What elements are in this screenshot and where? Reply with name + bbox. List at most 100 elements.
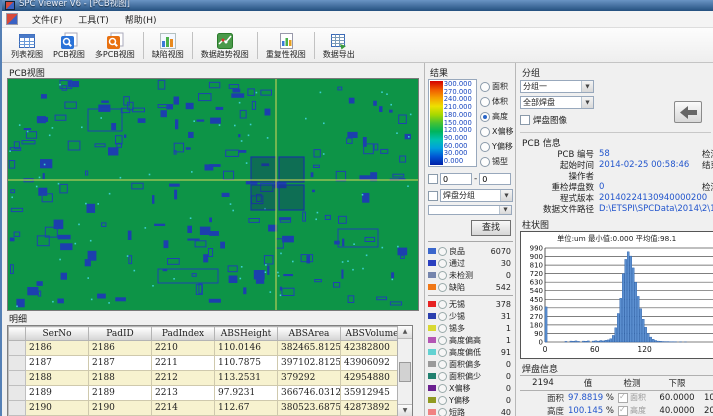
- group-select[interactable]: 分组一 ▼: [520, 80, 594, 93]
- legend-item[interactable]: 锡多1: [428, 322, 513, 334]
- detail-cell: 43906092: [341, 356, 404, 371]
- legend-item[interactable]: 高度偏高1: [428, 334, 513, 346]
- row-selector-cell[interactable]: [9, 401, 26, 416]
- radio-icon: [480, 157, 490, 167]
- pad-info-lower: 40.0000: [654, 406, 700, 416]
- legend-color-swatch: [428, 260, 436, 266]
- detail-scrollbar[interactable]: ▲ ▼: [397, 326, 412, 416]
- table-row[interactable]: 219021902214112.67380523.687542873892: [9, 401, 404, 416]
- pad-info-checkbox[interactable]: [618, 406, 628, 416]
- metric-label: 体积: [492, 96, 508, 107]
- metric-radio-4[interactable]: Y偏移: [480, 141, 513, 152]
- pad-info-checkbox[interactable]: [618, 393, 628, 403]
- svg-text:630: 630: [530, 279, 543, 287]
- detail-column-header[interactable]: SerNo: [26, 327, 89, 341]
- metric-radio-2[interactable]: 高度: [480, 111, 513, 122]
- legend-item[interactable]: 面积偏多0: [428, 358, 513, 370]
- legend-item[interactable]: 良品6070: [428, 245, 513, 257]
- detail-column-header[interactable]: ABSHeight: [215, 327, 278, 341]
- pad-info-lower: 60.0000: [654, 393, 700, 403]
- metric-radio-1[interactable]: 体积: [480, 96, 513, 107]
- search-button[interactable]: 查找: [471, 220, 511, 236]
- legend-label: 高度偏低: [449, 347, 481, 358]
- multi-pcb-view-icon: [106, 32, 124, 50]
- legend-item[interactable]: 通过30: [428, 257, 513, 269]
- metric-radio-0[interactable]: 面积: [480, 81, 513, 92]
- pcb-view-canvas[interactable]: [7, 78, 419, 311]
- detail-column-header[interactable]: PadID: [89, 327, 152, 341]
- radio-icon: [438, 408, 447, 416]
- detail-cell: 2210: [152, 341, 215, 356]
- detail-cell: 2189: [89, 386, 152, 401]
- toolbar-button-pcb-view[interactable]: PCB视图: [49, 31, 89, 60]
- pad-info-metric: 高度: [520, 405, 566, 416]
- legend-label: 面积偏少: [449, 371, 481, 382]
- toolbar-button-label: PCB视图: [53, 50, 85, 59]
- defect-view-icon: [159, 32, 177, 50]
- pad-group-select[interactable]: 焊盘分组 ▼: [440, 189, 513, 202]
- legend-item[interactable]: 少锡31: [428, 310, 513, 322]
- range-to-input[interactable]: [479, 173, 511, 185]
- titlebar[interactable]: SPC Viewer V6 - [PCB视图]: [2, 0, 713, 11]
- legend-item[interactable]: 无锡378: [428, 298, 513, 310]
- radio-icon: [438, 396, 447, 405]
- divider: [520, 132, 711, 133]
- legend-item[interactable]: 面积偏少0: [428, 370, 513, 382]
- detail-column-header[interactable]: ABSArea: [278, 327, 341, 341]
- detail-column-header[interactable]: ABSVolume: [341, 327, 404, 341]
- pcb-info-label: 数据文件路径: [520, 203, 594, 215]
- menu-item[interactable]: 工具(T): [70, 12, 117, 27]
- pad-image-checkbox[interactable]: [520, 115, 530, 125]
- toolbar-button-trend-view[interactable]: 数据趋势视图: [197, 31, 253, 60]
- pcb-info-value: 2014-02-25 00:58:46: [599, 160, 689, 170]
- pad-group-checkbox[interactable]: [428, 191, 438, 201]
- result-legend: 良品6070通过30未检测0缺陷542 无锡378少锡31锡多1高度偏高1高度偏低…: [428, 241, 513, 416]
- legend-item[interactable]: 高度偏低91: [428, 346, 513, 358]
- menubar: 文件(F)工具(T)帮助(H): [2, 11, 713, 28]
- range-filter-checkbox[interactable]: [428, 174, 438, 184]
- legend-item[interactable]: Y偏移0: [428, 394, 513, 406]
- row-selector-cell[interactable]: [9, 341, 26, 356]
- toolbar-button-repeat-view[interactable]: 重复性视图: [262, 31, 310, 60]
- toolbar-button-list-view[interactable]: 列表视图: [7, 31, 47, 60]
- detail-column-header[interactable]: PadIndex: [152, 327, 215, 341]
- toolbar-button-data-export[interactable]: 数据导出: [319, 31, 359, 60]
- back-arrow-button[interactable]: [674, 101, 702, 123]
- table-row[interactable]: 218621862210110.0146382465.812542382800: [9, 341, 404, 356]
- range-from-input[interactable]: [440, 173, 472, 185]
- list-view-icon: [18, 32, 36, 50]
- pad-info-row: 面积97.8819 %面积60.0000100.: [520, 391, 713, 404]
- pad-info-header: 2194值检测下限上限: [520, 375, 713, 391]
- pcb-info-title: PCB 信息: [522, 136, 713, 147]
- table-row[interactable]: 218821882212113.253137929242954880: [9, 371, 404, 386]
- legend-color-swatch: [428, 385, 436, 391]
- pcb-info-right-label: 检测: [702, 181, 713, 193]
- scroll-up-icon[interactable]: ▲: [398, 326, 412, 339]
- legend-item[interactable]: X偏移0: [428, 382, 513, 394]
- legend-label: 缺陷: [449, 282, 465, 293]
- legend-item[interactable]: 未检测0: [428, 269, 513, 281]
- toolbar-button-multi-pcb-view[interactable]: 多PCB视图: [91, 31, 139, 60]
- table-row[interactable]: 218721872211110.7875397102.812543906092: [9, 356, 404, 371]
- row-selector-cell[interactable]: [9, 371, 26, 386]
- menu-item[interactable]: 文件(F): [24, 12, 70, 27]
- scroll-down-icon[interactable]: ▼: [398, 404, 412, 416]
- detail-cell: 2187: [89, 356, 152, 371]
- metric-label: 锡型: [492, 156, 508, 167]
- metric-radio-3[interactable]: X偏移: [480, 126, 513, 137]
- pad-filter-select[interactable]: 全部焊盘 ▼: [520, 96, 594, 109]
- svg-text:810: 810: [530, 262, 543, 270]
- detail-cell: 397102.8125: [278, 356, 341, 371]
- row-selector-cell[interactable]: [9, 386, 26, 401]
- legend-count: 0: [506, 384, 513, 393]
- legend-item[interactable]: 缺陷542: [428, 281, 513, 293]
- metric-radio-5[interactable]: 锡型: [480, 156, 513, 167]
- legend-item[interactable]: 短路40: [428, 406, 513, 416]
- toolbar-button-defect-view[interactable]: 缺陷视图: [148, 31, 188, 60]
- row-selector-cell[interactable]: [9, 356, 26, 371]
- sub-group-select[interactable]: ▼: [428, 205, 512, 215]
- scrollbar-thumb[interactable]: [399, 362, 411, 382]
- pcb-view-icon: [60, 32, 78, 50]
- table-row[interactable]: 21892189221397.9231366746.031235912945: [9, 386, 404, 401]
- menu-item[interactable]: 帮助(H): [117, 12, 165, 27]
